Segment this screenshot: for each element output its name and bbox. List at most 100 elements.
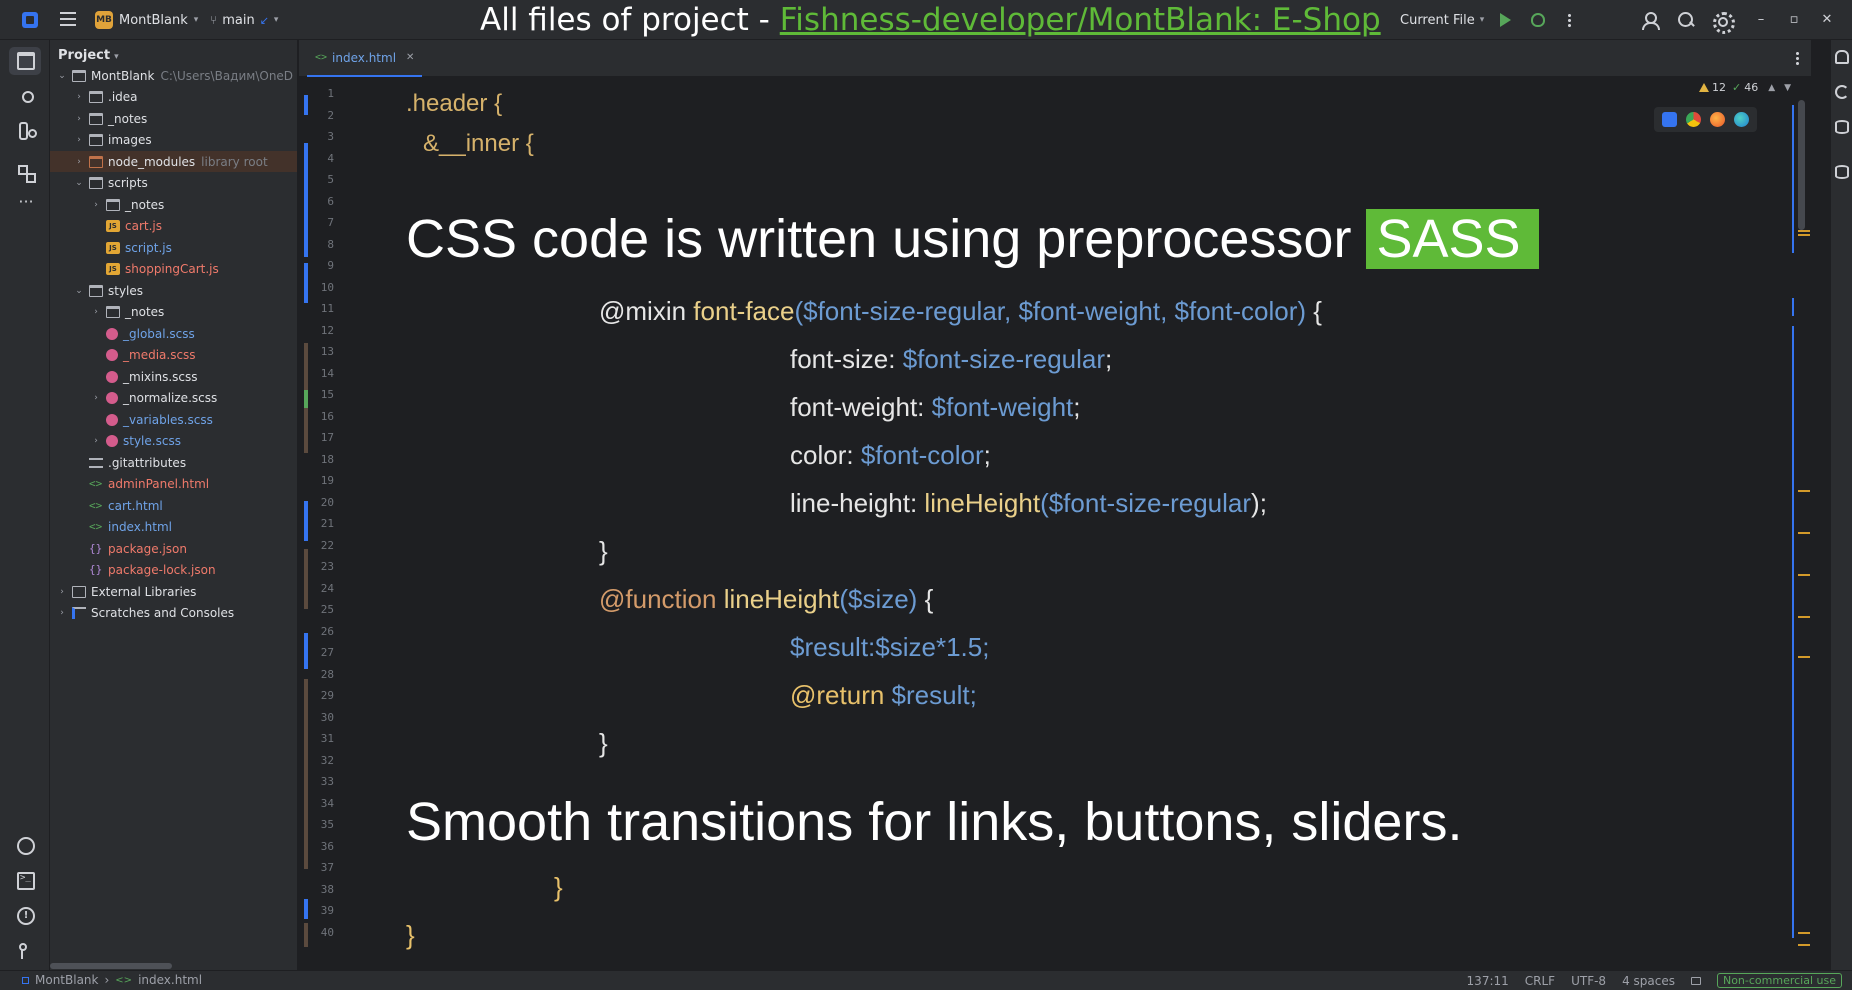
edge-icon[interactable] [1734, 112, 1749, 127]
chevron-down-icon[interactable]: ⌄ [56, 71, 68, 81]
structure-icon[interactable] [17, 164, 36, 183]
warning-marker[interactable] [1798, 944, 1810, 946]
vcs-change-marker[interactable] [304, 633, 308, 669]
problems-icon[interactable]: ! [17, 907, 35, 925]
lock-icon[interactable] [1690, 976, 1701, 985]
tab-index-html[interactable]: <> index.html ✕ [307, 40, 423, 77]
file-encoding[interactable]: UTF-8 [1571, 974, 1606, 988]
tree-item[interactable]: _global.scss [50, 323, 297, 344]
chevron-right-icon[interactable]: › [56, 587, 68, 597]
add-user-icon[interactable] [1640, 10, 1660, 30]
tree-item[interactable]: › Scratches and Consoles [50, 603, 297, 624]
tree-item[interactable]: {} package.json [50, 538, 297, 559]
tree-item[interactable]: › style.scss [50, 431, 297, 452]
code-editor[interactable]: 1 2 3 4 5 6 7 8 9 10 11 12 13 14 15 16 17 18 19 20 21 22 23 24 2… [299, 77, 1811, 970]
chevron-right-icon[interactable]: › [73, 135, 85, 145]
chevron-right-icon[interactable]: › [73, 92, 85, 102]
vcs-change-marker[interactable] [304, 679, 308, 869]
repo-link[interactable]: Fishness-developer/MontBlank: E-Shop [780, 2, 1381, 38]
tree-item[interactable]: <> adminPanel.html [50, 474, 297, 495]
error-stripe[interactable] [1811, 77, 1830, 970]
tree-item[interactable]: ⌄ styles [50, 280, 297, 301]
ai-assistant-icon[interactable] [1835, 85, 1849, 99]
tree-item[interactable]: › _notes [50, 194, 297, 215]
chevron-right-icon[interactable]: › [90, 200, 102, 210]
tree-item[interactable]: _mixins.scss [50, 366, 297, 387]
project-switcher[interactable]: MB MontBlank ▾ [95, 10, 198, 30]
git-icon[interactable] [17, 942, 35, 960]
tree-item[interactable]: › _notes [50, 302, 297, 323]
vcs-change-marker[interactable] [304, 923, 308, 947]
notifications-bell-icon[interactable] [1835, 50, 1849, 64]
vcs-change-marker[interactable] [304, 899, 308, 919]
minimize-button[interactable]: – [1748, 8, 1774, 32]
tree-item[interactable]: › node_modules library root [50, 151, 297, 172]
line-separator[interactable]: CRLF [1525, 974, 1555, 988]
chevron-right-icon[interactable]: › [73, 157, 85, 167]
search-icon[interactable] [1676, 10, 1696, 30]
vcs-change-marker[interactable] [304, 143, 308, 257]
chevron-right-icon[interactable]: › [90, 436, 102, 446]
tree-item[interactable]: › images [50, 130, 297, 151]
tree-item[interactable]: ⌄ scripts [50, 173, 297, 194]
chevron-right-icon[interactable]: › [56, 608, 68, 618]
terminal-icon[interactable] [17, 872, 35, 890]
branch-switcher[interactable]: ⑂ main ↙ ▾ [210, 10, 278, 30]
warning-marker[interactable] [1798, 616, 1810, 618]
run-config-select[interactable]: Current File ▾ [1400, 10, 1484, 30]
warning-marker[interactable] [1798, 234, 1810, 236]
vcs-change-marker[interactable] [304, 263, 308, 303]
app-logo-icon[interactable] [22, 12, 38, 28]
breadcrumb-project[interactable]: MontBlank [35, 973, 98, 987]
tree-item[interactable]: JS script.js [50, 237, 297, 258]
settings-gear-icon[interactable] [1711, 10, 1735, 34]
breadcrumb-file[interactable]: index.html [138, 973, 202, 987]
tree-item[interactable]: ⌄ MontBlank C:\Users\Вадим\OneD [50, 65, 297, 86]
tree-item[interactable]: JS shoppingCart.js [50, 259, 297, 280]
previous-highlight-icon[interactable]: ▲ [1768, 83, 1775, 93]
warning-marker[interactable] [1798, 656, 1810, 658]
warning-marker[interactable] [1798, 574, 1810, 576]
warning-marker[interactable] [1798, 932, 1810, 934]
chevron-right-icon[interactable]: › [73, 114, 85, 124]
vcs-change-marker[interactable] [304, 501, 308, 541]
next-highlight-icon[interactable]: ▼ [1784, 83, 1791, 93]
warning-marker[interactable] [1798, 490, 1810, 492]
services-icon[interactable] [17, 837, 35, 855]
firefox-icon[interactable] [1710, 112, 1725, 127]
vcs-change-marker[interactable] [304, 423, 308, 453]
maximize-button[interactable]: ▫ [1781, 8, 1807, 32]
horizontal-scrollbar[interactable] [50, 960, 297, 970]
close-tab-icon[interactable]: ✕ [406, 52, 414, 63]
more-tools-icon[interactable]: ··· [17, 194, 35, 215]
commit-icon[interactable] [17, 86, 35, 104]
vcs-change-marker[interactable] [304, 390, 308, 408]
chrome-icon[interactable] [1686, 112, 1701, 127]
indent-setting[interactable]: 4 spaces [1622, 974, 1675, 988]
tree-item[interactable]: <> cart.html [50, 495, 297, 516]
database-icon[interactable] [1835, 165, 1849, 179]
warning-marker[interactable] [1798, 532, 1810, 534]
run-icon[interactable] [1500, 13, 1520, 33]
chevron-right-icon[interactable]: › [90, 307, 102, 317]
close-window-button[interactable]: ✕ [1814, 8, 1840, 32]
project-panel-header[interactable]: Project ▾ [58, 48, 119, 63]
inspection-widget[interactable]: 12 ✓ 46 ▲ ▼ [1699, 81, 1791, 94]
vcs-change-marker[interactable] [304, 95, 308, 115]
chevron-down-icon[interactable]: ⌄ [73, 178, 85, 188]
warning-marker[interactable] [1798, 230, 1810, 232]
chevron-right-icon[interactable]: › [90, 393, 102, 403]
tree-item[interactable]: › .idea [50, 87, 297, 108]
tree-item[interactable]: › _normalize.scss [50, 388, 297, 409]
tree-item[interactable]: <> index.html [50, 517, 297, 538]
license-badge[interactable]: Non-commercial use [1716, 973, 1842, 988]
debug-icon[interactable] [1531, 13, 1551, 33]
tree-item[interactable]: _variables.scss [50, 409, 297, 430]
tree-item[interactable]: › External Libraries [50, 581, 297, 602]
more-actions-icon[interactable] [1568, 13, 1588, 33]
tree-item[interactable]: {} package-lock.json [50, 560, 297, 581]
caret-position[interactable]: 137:11 [1467, 974, 1509, 988]
main-menu-icon[interactable] [60, 12, 76, 26]
tab-actions-icon[interactable] [1796, 51, 1799, 65]
tree-item[interactable]: .gitattributes [50, 452, 297, 473]
